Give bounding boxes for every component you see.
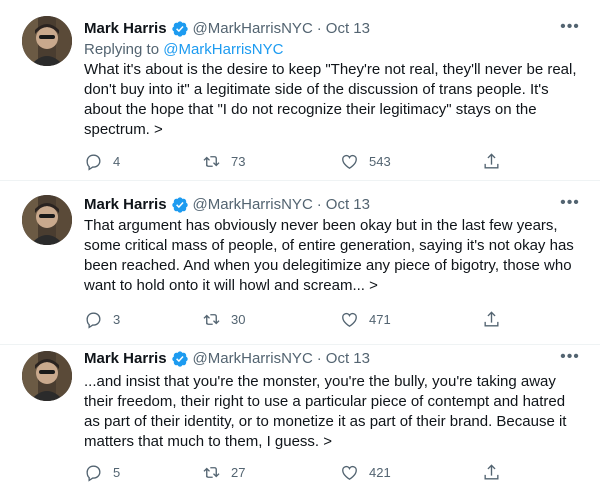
verified-badge-icon — [171, 197, 188, 213]
tweet-header: Mark Harris @MarkHarrisNYC · Oct 13 — [84, 19, 370, 39]
avatar[interactable] — [22, 16, 72, 66]
tweet[interactable]: Mark Harris @MarkHarrisNYC · Oct 13 ••• … — [0, 0, 600, 180]
like-count: 421 — [369, 465, 391, 480]
like-button[interactable]: 471 — [340, 310, 391, 329]
tweet-date[interactable]: Oct 13 — [326, 195, 370, 215]
retweet-icon — [203, 156, 220, 167]
like-icon — [342, 465, 357, 481]
like-icon — [342, 154, 357, 170]
mention-link[interactable]: @MarkHarrisNYC — [163, 41, 283, 58]
reply-button[interactable]: 5 — [84, 463, 120, 482]
retweet-button[interactable]: 73 — [202, 152, 245, 171]
share-button[interactable] — [482, 310, 501, 329]
avatar[interactable] — [22, 195, 72, 245]
share-button[interactable] — [482, 463, 501, 482]
retweet-button[interactable]: 30 — [202, 310, 245, 329]
replying-to-label: Replying to — [84, 41, 160, 58]
separator: · — [316, 350, 322, 367]
reply-icon — [86, 312, 101, 329]
retweet-count: 30 — [231, 312, 246, 327]
share-button[interactable] — [482, 152, 501, 171]
display-name[interactable]: Mark Harris — [84, 349, 167, 369]
verified-badge-icon — [171, 21, 188, 37]
tweet-thread: Mark Harris @MarkHarrisNYC · Oct 13 ••• … — [0, 0, 600, 491]
tweet-header: Mark Harris @MarkHarrisNYC · Oct 13 — [84, 349, 370, 369]
like-button[interactable]: 543 — [340, 152, 391, 171]
tweet-actions: 4 73 543 — [84, 152, 514, 172]
reply-icon — [86, 465, 101, 482]
user-handle[interactable]: @MarkHarrisNYC — [193, 19, 313, 39]
reply-icon — [86, 154, 101, 171]
tweet[interactable]: Mark Harris @MarkHarrisNYC · Oct 13 ••• … — [0, 345, 600, 491]
like-icon — [342, 312, 357, 328]
separator: · — [316, 196, 322, 213]
tweet-header: Mark Harris @MarkHarrisNYC · Oct 13 — [84, 195, 370, 215]
reply-count: 5 — [113, 465, 121, 480]
user-handle[interactable]: @MarkHarrisNYC — [193, 349, 313, 369]
separator: · — [316, 20, 322, 37]
tweet-text: ...and insist that you're the monster, y… — [84, 373, 571, 450]
more-icon[interactable]: ••• — [558, 195, 582, 216]
tweet-actions: 5 27 421 — [84, 463, 514, 483]
tweet-actions: 3 30 471 — [84, 310, 514, 330]
tweet-date[interactable]: Oct 13 — [326, 19, 370, 39]
like-count: 471 — [369, 312, 391, 327]
like-count: 543 — [369, 154, 391, 169]
verified-badge-icon — [171, 351, 188, 367]
retweet-icon — [203, 467, 220, 478]
reply-count: 4 — [113, 154, 121, 169]
tweet[interactable]: Mark Harris @MarkHarrisNYC · Oct 13 ••• … — [0, 181, 600, 344]
user-handle[interactable]: @MarkHarrisNYC — [193, 195, 313, 215]
retweet-count: 73 — [231, 154, 246, 169]
retweet-count: 27 — [231, 465, 246, 480]
like-button[interactable]: 421 — [340, 463, 391, 482]
display-name[interactable]: Mark Harris — [84, 19, 167, 39]
reply-button[interactable]: 4 — [84, 152, 120, 171]
more-icon[interactable]: ••• — [558, 19, 582, 40]
tweet-text: That argument has obviously never been o… — [84, 217, 578, 294]
share-icon — [484, 311, 499, 327]
retweet-icon — [203, 314, 220, 325]
retweet-button[interactable]: 27 — [202, 463, 245, 482]
replying-to: Replying to @MarkHarrisNYC — [84, 40, 283, 60]
reply-count: 3 — [113, 312, 121, 327]
display-name[interactable]: Mark Harris — [84, 195, 167, 215]
more-icon[interactable]: ••• — [558, 349, 582, 370]
avatar[interactable] — [22, 351, 72, 401]
tweet-date[interactable]: Oct 13 — [326, 349, 370, 369]
reply-button[interactable]: 3 — [84, 310, 120, 329]
share-icon — [484, 464, 499, 480]
share-icon — [484, 153, 499, 169]
tweet-text: What it's about is the desire to keep "T… — [84, 61, 581, 138]
